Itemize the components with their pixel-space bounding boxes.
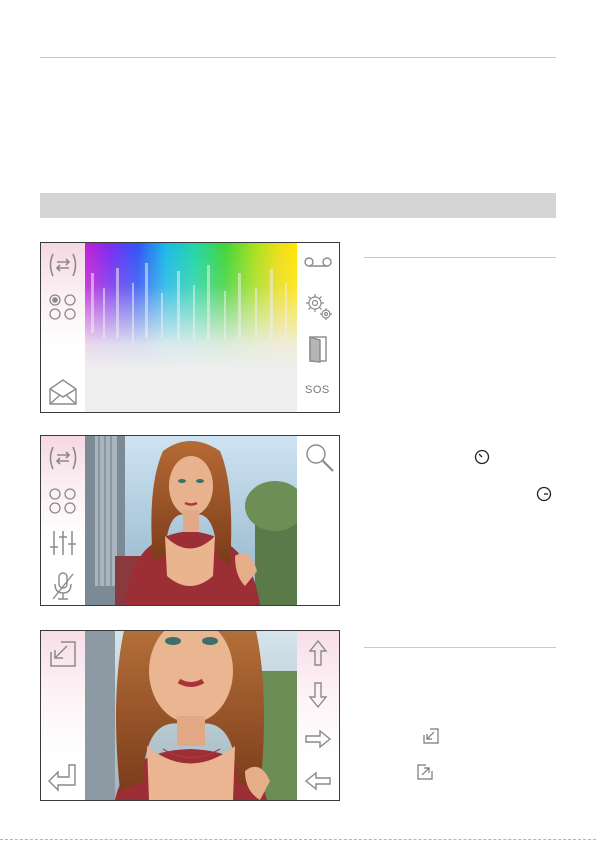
arrow-left-icon[interactable] xyxy=(304,771,332,791)
right-rule-2 xyxy=(364,647,556,648)
spectrum-graphic xyxy=(85,243,297,412)
right-toolbar xyxy=(297,436,339,605)
dial-left-icon xyxy=(474,449,490,465)
top-rule xyxy=(40,57,556,58)
video-call-screen xyxy=(40,435,340,606)
voicemail-icon[interactable] xyxy=(304,256,332,268)
camera-feed-zoomed xyxy=(85,631,297,800)
right-toolbar: SOS xyxy=(297,243,339,412)
dial-right-icon xyxy=(536,486,552,502)
back-return-icon[interactable] xyxy=(47,763,79,793)
left-toolbar xyxy=(41,436,85,605)
zoom-view-screen xyxy=(40,630,340,801)
sos-label[interactable]: SOS xyxy=(305,384,330,396)
zoom-in-corner-icon[interactable] xyxy=(49,640,77,668)
right-rule-1 xyxy=(364,257,556,258)
radio-dots-icon[interactable] xyxy=(48,486,78,516)
arrow-down-icon[interactable] xyxy=(308,681,328,709)
section-header-bar xyxy=(40,193,556,218)
camera-feed xyxy=(85,436,297,605)
door-open-icon[interactable] xyxy=(308,335,328,363)
camera-feed-zoomed-image xyxy=(85,631,297,800)
camera-feed-image xyxy=(85,436,297,605)
mic-muted-icon[interactable] xyxy=(50,571,76,601)
intercom-transfer-icon[interactable] xyxy=(47,444,79,472)
left-toolbar xyxy=(41,631,85,800)
equalizer-sliders-icon[interactable] xyxy=(49,529,77,557)
radio-dots-icon[interactable] xyxy=(48,292,78,322)
arrow-up-icon[interactable] xyxy=(308,639,328,667)
color-spectrum-area xyxy=(85,243,297,412)
settings-gears-icon[interactable] xyxy=(304,292,334,322)
envelope-icon[interactable] xyxy=(48,378,78,406)
cut-line xyxy=(0,839,596,840)
zoom-magnifier-icon[interactable] xyxy=(304,442,336,474)
zoom-in-corner-icon xyxy=(423,728,439,744)
arrow-right-icon[interactable] xyxy=(304,729,332,749)
zoom-out-corner-icon xyxy=(417,764,433,780)
right-toolbar xyxy=(297,631,339,800)
main-menu-screen: SOS xyxy=(40,242,340,413)
intercom-transfer-icon[interactable] xyxy=(47,251,79,279)
left-toolbar xyxy=(41,243,85,412)
